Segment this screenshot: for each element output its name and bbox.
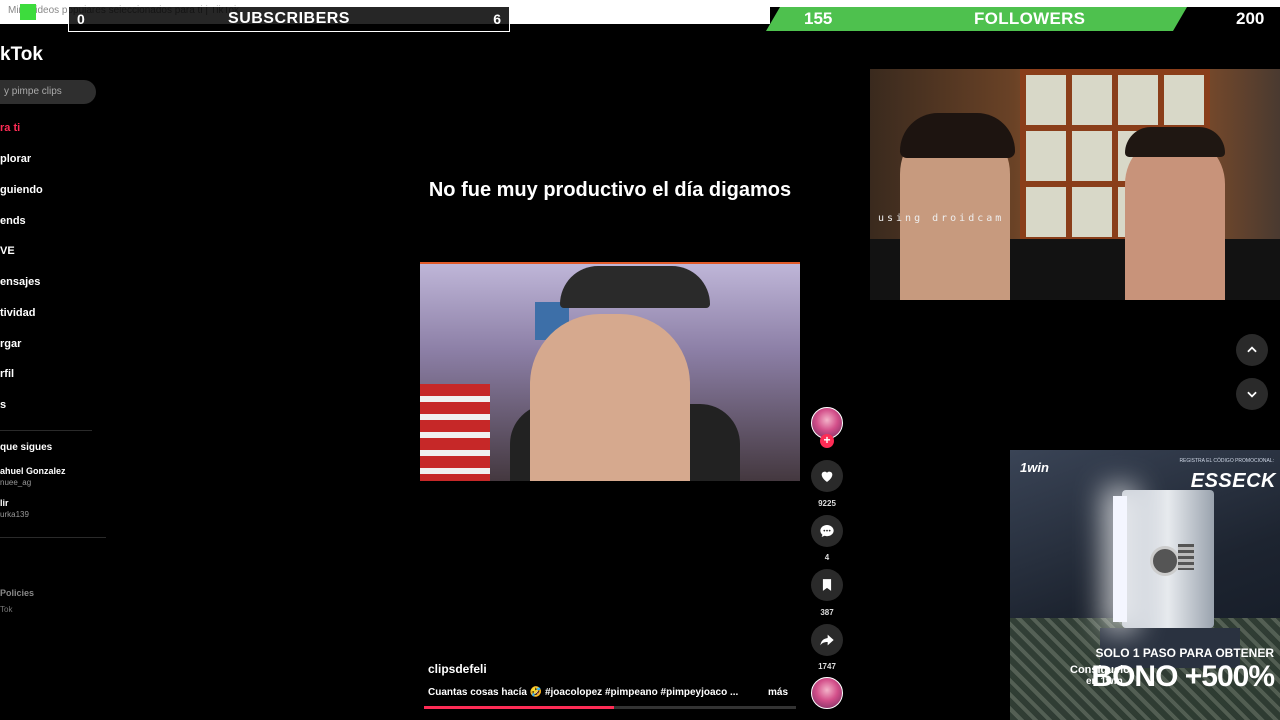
share-count: 1747 [818, 662, 836, 671]
ad-steps-text: SOLO 1 PASO PARA OBTENER [1095, 646, 1274, 660]
chevron-up-icon [1247, 346, 1257, 353]
ad-safe-keypad [1178, 544, 1194, 570]
video-scene-cap [560, 266, 710, 308]
sidebar-item-live[interactable]: VE [0, 245, 15, 257]
sound-avatar[interactable] [811, 677, 843, 709]
like-count: 9225 [818, 499, 836, 508]
search-input[interactable]: y pimpe clips [0, 80, 96, 104]
account-handle[interactable]: nuee_ag [0, 478, 31, 487]
webcam-overlay: using droidcam [870, 69, 1280, 300]
video-scene-object [420, 384, 490, 481]
sidebar-item-perfil[interactable]: rfil [0, 368, 14, 380]
green-overlay-marker [20, 4, 36, 20]
next-video-button[interactable] [1236, 378, 1268, 410]
ad-brand-logo: 1win [1020, 460, 1049, 475]
ad-safe-dial [1150, 546, 1180, 576]
share-icon [820, 634, 834, 646]
sidebar-item-explorar[interactable]: plorar [0, 153, 31, 165]
droidcam-watermark: using droidcam [878, 213, 1005, 224]
subscriber-goal-count: 6 [493, 11, 501, 27]
sidebar-item-siguiendo[interactable]: guiendo [0, 184, 43, 196]
subscriber-goal-label: SUBSCRIBERS [228, 10, 350, 27]
tiktok-logo[interactable]: kTok [0, 44, 43, 66]
video-description: Cuantas cosas hacía 🤣 #joacolopez #pimpe… [428, 687, 739, 698]
following-accounts-heading: que sigues [0, 442, 53, 453]
account-handle[interactable]: urka139 [0, 510, 29, 519]
follower-current-count: 155 [804, 9, 833, 28]
bookmark-icon [822, 579, 832, 591]
previous-video-button[interactable] [1236, 334, 1268, 366]
follower-goal-label: FOLLOWERS [974, 9, 1086, 28]
video-player[interactable] [420, 262, 800, 481]
ad-promo-heading: REGISTRA EL CÓDIGO PROMOCIONAL: [1179, 458, 1274, 464]
save-button[interactable] [811, 569, 843, 601]
ad-banner[interactable]: 1win REGISTRA EL CÓDIGO PROMOCIONAL: ESS… [1010, 450, 1280, 720]
ad-safe-light [1113, 496, 1127, 622]
sidebar-item-actividad[interactable]: tividad [0, 307, 35, 319]
share-button[interactable] [811, 624, 843, 656]
sidebar-item-mensajes[interactable]: ensajes [0, 276, 40, 288]
search-query-text: y pimpe clips [4, 86, 62, 97]
heart-icon [821, 471, 833, 482]
video-scene-face [530, 314, 690, 481]
footer-brand: Tok [0, 605, 13, 614]
ad-bonus-text: BONO +500% [1091, 660, 1275, 693]
like-button[interactable] [811, 460, 843, 492]
see-more-button[interactable]: más [768, 687, 788, 698]
webcam-person-right-hair [1125, 127, 1225, 157]
sidebar-divider [0, 430, 92, 431]
subscriber-goal-widget: 0 SUBSCRIBERS 6 [68, 6, 510, 32]
comment-icon [820, 525, 834, 537]
video-author-username[interactable]: clipsdefeli [428, 662, 487, 676]
video-caption-text: No fue muy productivo el día digamos [428, 179, 792, 201]
webcam-person-right [1125, 134, 1225, 300]
sidebar-item-para-ti[interactable]: ra ti [0, 122, 20, 134]
video-progress-fill[interactable] [424, 706, 614, 709]
sidebar-item-cargar[interactable]: rgar [0, 338, 21, 350]
sidebar-item-more[interactable]: s [0, 399, 6, 411]
account-name[interactable]: lir [0, 498, 9, 508]
comment-button[interactable] [811, 515, 843, 547]
save-count: 387 [820, 608, 834, 617]
comment-count: 4 [824, 553, 830, 562]
sidebar-item-friends[interactable]: ends [0, 215, 26, 227]
footer-policies-link[interactable]: Policies [0, 588, 34, 598]
account-name[interactable]: ahuel Gonzalez [0, 466, 66, 476]
follower-goal-count: 200 [1236, 9, 1265, 28]
chevron-down-icon [1247, 391, 1257, 398]
sidebar-divider [0, 537, 106, 538]
webcam-person-left-hair [900, 113, 1015, 158]
follow-plus-button[interactable]: + [820, 434, 834, 448]
